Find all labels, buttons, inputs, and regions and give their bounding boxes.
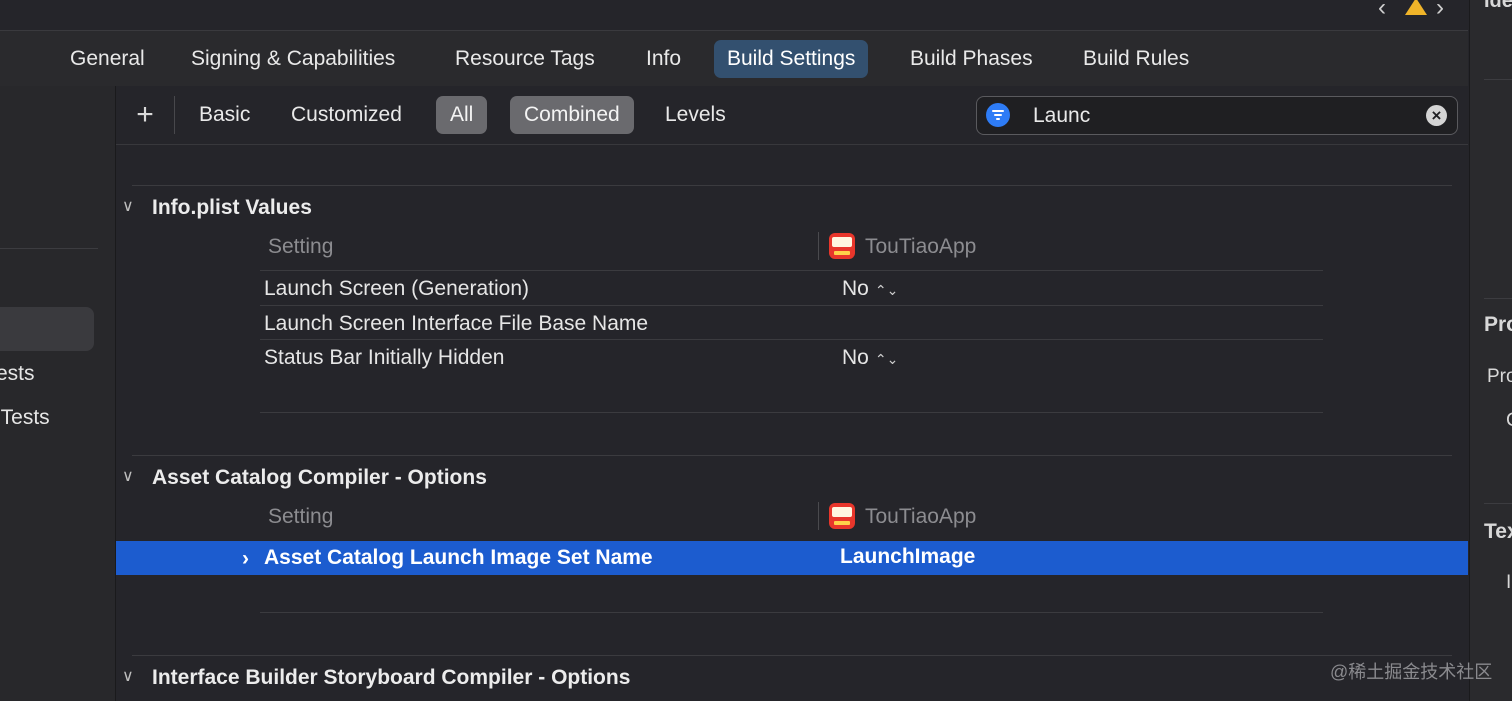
row-divider: [260, 612, 1323, 613]
tab-general[interactable]: General: [57, 40, 158, 78]
sidebar-item-selected[interactable]: [0, 307, 94, 351]
watermark: @稀土掘金技术社区: [1330, 662, 1493, 682]
filter-customized-button[interactable]: Customized: [277, 96, 416, 134]
app-icon: [829, 233, 855, 259]
tab-build-rules[interactable]: Build Rules: [1070, 40, 1202, 78]
setting-name-status-bar-hidden[interactable]: Status Bar Initially Hidden: [264, 346, 504, 370]
inspector-heading: Ide: [1484, 0, 1512, 12]
filter-combined-button[interactable]: Combined: [510, 96, 634, 134]
section-title-asset-catalog[interactable]: Asset Catalog Compiler - Options: [152, 466, 487, 490]
chevron-down-icon[interactable]: ∨: [122, 196, 134, 216]
inspector-divider: [1484, 298, 1512, 299]
column-separator: [818, 232, 819, 260]
window-top-strip: ‹ ›: [0, 0, 1468, 30]
chevron-down-icon[interactable]: ∨: [122, 466, 134, 486]
tab-build-phases[interactable]: Build Phases: [897, 40, 1046, 78]
setting-name-launch-image-set[interactable]: Asset Catalog Launch Image Set Name: [264, 546, 653, 570]
setting-value-status-bar-hidden[interactable]: No ⌃⌄: [842, 346, 898, 370]
tab-resource-tags[interactable]: Resource Tags: [442, 40, 608, 78]
stepper-icon[interactable]: ⌃⌄: [875, 351, 898, 367]
column-header-target: TouTiaoApp: [865, 235, 977, 258]
filter-levels-button[interactable]: Levels: [651, 96, 740, 134]
sidebar-divider: [0, 248, 98, 249]
setting-value-launch-screen-generation[interactable]: No ⌃⌄: [842, 277, 898, 301]
column-header-setting: Setting: [268, 505, 334, 528]
section-title-info-plist[interactable]: Info.plist Values: [152, 196, 312, 220]
filter-basic-button[interactable]: Basic: [185, 96, 264, 134]
forward-arrow-icon[interactable]: ›: [1436, 0, 1444, 22]
inspector-divider: [1484, 79, 1512, 80]
section-divider: [132, 655, 1452, 656]
warning-icon[interactable]: [1405, 0, 1427, 15]
tab-signing-capabilities[interactable]: Signing & Capabilities: [178, 40, 408, 78]
clear-search-icon[interactable]: ×: [1426, 105, 1447, 126]
column-separator: [818, 502, 819, 530]
search-input[interactable]: Launc: [1033, 97, 1090, 134]
section-title-interface-builder[interactable]: Interface Builder Storyboard Compiler - …: [152, 666, 630, 690]
setting-value-launch-image-set[interactable]: LaunchImage: [840, 545, 975, 569]
column-header-target: TouTiaoApp: [865, 505, 977, 528]
section-divider: [132, 455, 1452, 456]
filter-icon[interactable]: [986, 103, 1010, 127]
row-divider: [260, 412, 1323, 413]
build-settings-filter-bar: + Basic Customized All Combined Levels L…: [116, 86, 1468, 145]
search-field[interactable]: Launc ×: [976, 96, 1458, 135]
value-text: No: [842, 346, 869, 369]
editor-tab-bar: General Signing & Capabilities Resource …: [0, 30, 1468, 87]
section-divider: [132, 185, 1452, 186]
tab-build-settings[interactable]: Build Settings: [714, 40, 869, 78]
value-text: No: [842, 277, 869, 300]
back-arrow-icon[interactable]: ‹: [1378, 0, 1386, 22]
inspector-section-title: Pro: [1484, 313, 1512, 336]
setting-name-launch-screen-interface-file[interactable]: Launch Screen Interface File Base Name: [264, 312, 648, 336]
inspector-section-title: Tex: [1484, 520, 1512, 543]
inspector-label: Pro: [1487, 366, 1512, 387]
sidebar-item-ui-tests[interactable]: lTests: [0, 406, 50, 430]
inspector-panel: Ide Pro Pro C Tex I: [1469, 0, 1512, 701]
filter-separator: [174, 96, 175, 134]
row-divider: [260, 305, 1323, 306]
targets-sidebar: ests lTests: [0, 86, 116, 701]
sidebar-item-tests[interactable]: ests: [0, 362, 35, 386]
row-divider: [260, 339, 1323, 340]
inspector-label: I: [1506, 572, 1512, 593]
app-icon: [829, 503, 855, 529]
filter-all-button[interactable]: All: [436, 96, 488, 134]
chevron-right-icon[interactable]: ›: [242, 547, 249, 571]
row-divider: [260, 270, 1323, 271]
stepper-icon[interactable]: ⌃⌄: [875, 282, 898, 298]
setting-name-launch-screen-generation[interactable]: Launch Screen (Generation): [264, 277, 529, 301]
chevron-down-icon[interactable]: ∨: [122, 666, 134, 686]
column-header-setting: Setting: [268, 235, 334, 258]
tab-info[interactable]: Info: [633, 40, 694, 78]
inspector-divider: [1484, 503, 1512, 504]
add-setting-button[interactable]: +: [130, 96, 160, 134]
inspector-label: C: [1506, 410, 1512, 432]
